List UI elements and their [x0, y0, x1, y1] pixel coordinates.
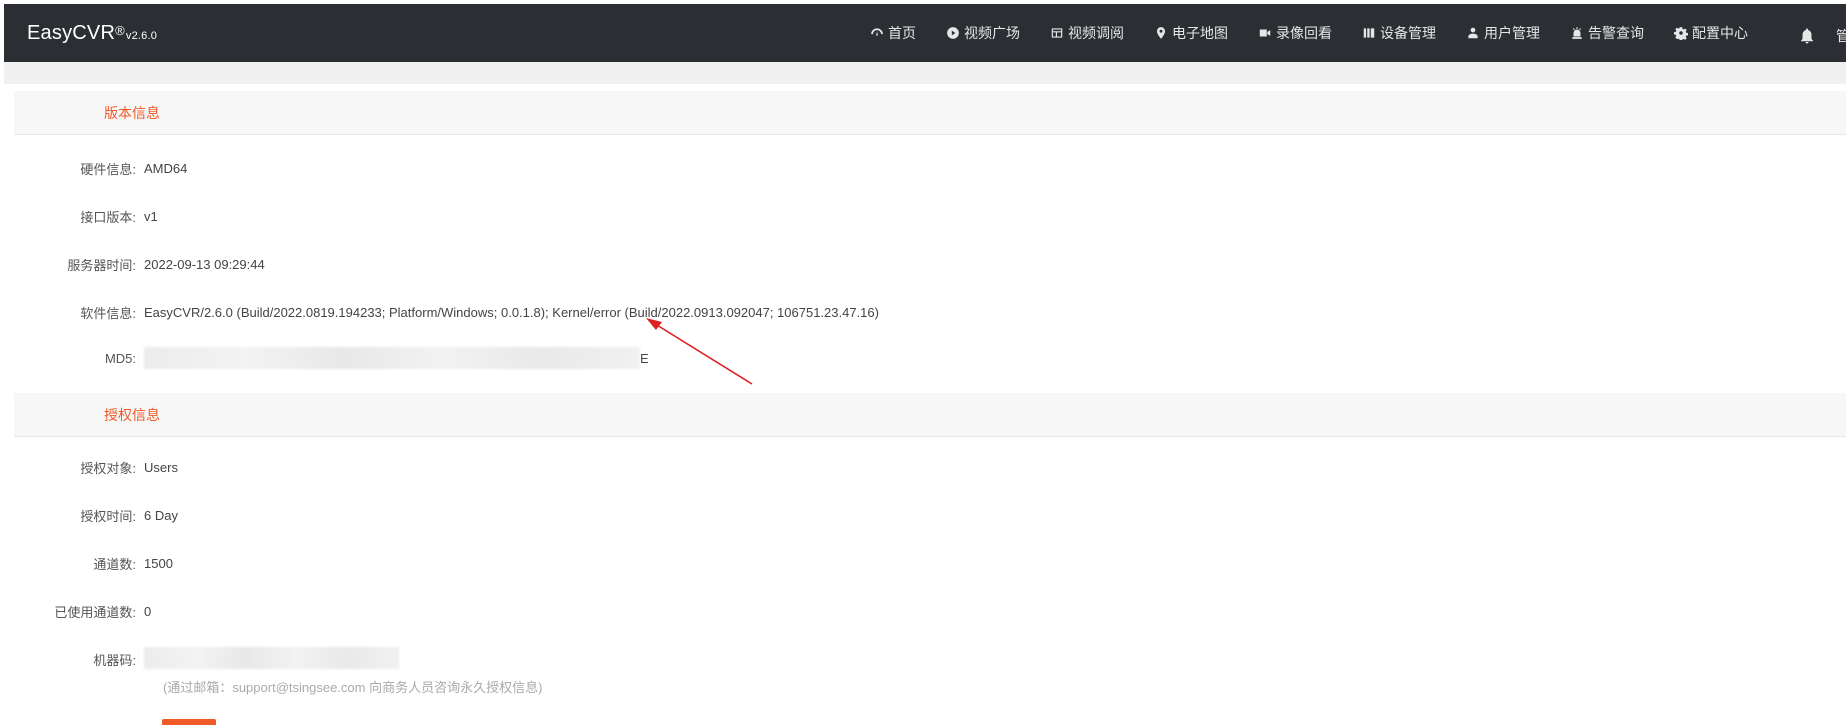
- dashboard-icon: [871, 28, 883, 36]
- nav-item-grid[interactable]: 视频调阅: [1050, 23, 1124, 43]
- license-contact-hint: (通过邮箱：support@tsingsee.com 向商务人员咨询永久授权信息…: [163, 680, 543, 695]
- nav-item-label: 首页: [888, 25, 916, 41]
- row-label: 机器码:: [93, 652, 136, 668]
- info-row-used-channels: 已使用通道数: 0: [0, 601, 151, 621]
- version-section-header: 版本信息: [14, 91, 1846, 135]
- nav-item-gear[interactable]: 配置中心: [1674, 23, 1748, 43]
- bell-icon[interactable]: [1798, 27, 1816, 45]
- user-icon: [1468, 27, 1478, 39]
- redacted-md5: [144, 347, 640, 369]
- nav-item-label: 视频调阅: [1068, 25, 1124, 41]
- nav-item-label: 告警查询: [1588, 25, 1644, 41]
- nav-item-label: 配置中心: [1692, 25, 1748, 41]
- info-row-api-version: 接口版本: v1: [0, 206, 158, 226]
- row-value: EasyCVR/2.6.0 (Build/2022.0819.194233; P…: [144, 304, 879, 320]
- main-nav: 首页 视频广场 视频调阅 电子地图 录像回看 设备管理 用户管理 告警查询 配置中心: [870, 4, 1778, 62]
- license-info-panel: 授权信息: [14, 393, 1846, 437]
- row-value: 1500: [144, 555, 173, 571]
- info-row-license-time: 授权时间: 6 Day: [0, 505, 178, 525]
- version-info-panel: 版本信息: [14, 91, 1846, 135]
- license-section-header: 授权信息: [14, 393, 1846, 437]
- row-value: v1: [144, 208, 158, 224]
- license-action-button[interactable]: [162, 719, 216, 725]
- device-icon: [1363, 28, 1375, 38]
- brand-logo[interactable]: EasyCVR®v2.6.0: [27, 22, 157, 45]
- nav-item-map-pin[interactable]: 电子地图: [1154, 23, 1228, 43]
- info-row-license-owner: 授权对象: Users: [0, 457, 178, 477]
- top-navbar: EasyCVR®v2.6.0 首页 视频广场 视频调阅 电子地图 录像回看 设备管理 用户管…: [4, 4, 1846, 62]
- content-top-gap: [4, 62, 1846, 84]
- row-label: 授权对象:: [80, 460, 136, 476]
- map-pin-icon: [1156, 27, 1166, 39]
- grid-icon: [1051, 28, 1063, 38]
- row-value: 6 Day: [144, 507, 178, 523]
- nav-item-video-camera[interactable]: 录像回看: [1258, 23, 1332, 43]
- info-row-hardware: 硬件信息: AMD64: [0, 158, 187, 178]
- nav-item-label: 电子地图: [1172, 25, 1228, 41]
- row-value: 0: [144, 603, 152, 619]
- info-row-software: 软件信息: EasyCVR/2.6.0 (Build/2022.0819.1942…: [0, 302, 879, 322]
- info-row-machine-code: 机器码:: [0, 646, 399, 669]
- row-value: AMD64: [144, 160, 188, 176]
- gear-icon: [1674, 27, 1688, 40]
- nav-item-label: 设备管理: [1380, 25, 1436, 41]
- nav-item-label: 录像回看: [1276, 25, 1332, 41]
- row-label: 通道数:: [93, 556, 136, 572]
- nav-item-device[interactable]: 设备管理: [1362, 23, 1436, 43]
- nav-item-alarm[interactable]: 告警查询: [1570, 23, 1644, 43]
- row-value: E: [640, 350, 649, 366]
- nav-item-user[interactable]: 用户管理: [1466, 23, 1540, 43]
- info-row-server-time: 服务器时间: 2022-09-13 09:29:44: [0, 254, 265, 274]
- row-value: 2022-09-13 09:29:44: [144, 256, 265, 272]
- play-circle-icon: [947, 27, 959, 39]
- row-label: 接口版本:: [80, 209, 136, 225]
- row-label: 硬件信息:: [80, 161, 136, 177]
- nav-item-label: 用户管理: [1484, 25, 1540, 41]
- arrow-shaft: [651, 321, 753, 385]
- nav-item-label: 视频广场: [964, 25, 1020, 41]
- video-camera-icon: [1259, 29, 1271, 37]
- row-label: 已使用通道数:: [54, 604, 136, 620]
- row-label: 授权时间:: [80, 508, 136, 524]
- section-title: 授权信息: [104, 406, 160, 423]
- redacted-machine-code: [144, 646, 399, 669]
- section-title: 版本信息: [104, 104, 160, 121]
- row-label: 软件信息:: [80, 305, 136, 321]
- info-row-channels: 通道数: 1500: [0, 553, 173, 573]
- alarm-icon: [1572, 27, 1582, 39]
- nav-item-play-circle[interactable]: 视频广场: [946, 23, 1020, 43]
- nav-item-dashboard[interactable]: 首页: [870, 23, 916, 43]
- user-menu[interactable]: 管: [1836, 26, 1846, 46]
- row-value: Users: [144, 459, 178, 475]
- row-label: MD5:: [104, 350, 136, 366]
- row-label: 服务器时间:: [67, 257, 136, 273]
- info-row-md5: MD5: E: [0, 347, 649, 369]
